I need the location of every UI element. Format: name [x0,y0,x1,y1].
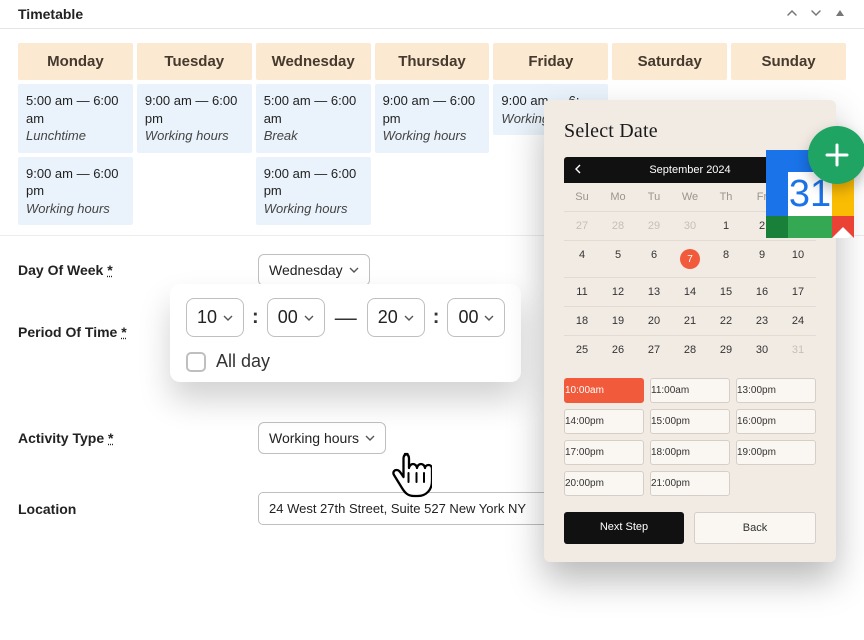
chevron-down-icon [304,313,314,323]
period-card: 10 : 00 — 20 : 00 [170,284,521,382]
collapse-down-icon[interactable] [810,7,822,22]
day-column: Thursday 9:00 am — 6:00 pmWorking hours [375,43,490,225]
time-slot-button[interactable]: 19:00pm [736,440,816,465]
calendar-day[interactable]: 27 [564,211,600,240]
timetable-slot[interactable]: 5:00 am — 6:00 amBreak [256,84,371,153]
calendar-day[interactable]: 14 [672,277,708,306]
calendar-dow-header: Th [708,183,744,211]
day-column: Wednesday 5:00 am — 6:00 amBreak9:00 am —… [256,43,371,225]
calendar-day[interactable]: 20 [636,306,672,335]
time-slot-button[interactable]: 17:00pm [564,440,644,465]
calendar-day[interactable]: 21 [672,306,708,335]
day-column: Monday 5:00 am — 6:00 amLunchtime9:00 am … [18,43,133,225]
day-header: Thursday [375,43,490,80]
timetable-slot[interactable]: 5:00 am — 6:00 amLunchtime [18,84,133,153]
calendar-day[interactable]: 7 [672,240,708,277]
day-header: Wednesday [256,43,371,80]
activity-type-label: Activity Type * [18,430,158,446]
period-label: Period Of Time * [18,324,158,340]
period-from-min[interactable]: 00 [267,298,325,337]
all-day-label: All day [216,351,270,372]
time-slot-button[interactable]: 13:00pm [736,378,816,403]
calendar-day[interactable]: 4 [564,240,600,277]
day-header: Saturday [612,43,727,80]
time-slot-button[interactable]: 21:00pm [650,471,730,496]
calendar-dow-header: Tu [636,183,672,211]
next-step-button[interactable]: Next Step [564,512,684,544]
calendar-day[interactable]: 22 [708,306,744,335]
day-column: Tuesday 9:00 am — 6:00 pmWorking hours [137,43,252,225]
add-button[interactable] [808,126,864,184]
calendar-day[interactable]: 5 [600,240,636,277]
location-input[interactable]: 24 West 27th Street, Suite 527 New York … [258,492,558,525]
calendar-day[interactable]: 28 [672,335,708,364]
calendar-dow-header: We [672,183,708,211]
panel-controls [786,7,846,22]
timetable-slot[interactable]: 9:00 am — 6:00 pmWorking hours [137,84,252,153]
activity-type-select[interactable]: Working hours [258,422,386,454]
calendar-day[interactable]: 17 [780,277,816,306]
calendar-day[interactable]: 29 [636,211,672,240]
chevron-down-icon [404,313,414,323]
calendar-day[interactable]: 13 [636,277,672,306]
day-header: Sunday [731,43,846,80]
back-button[interactable]: Back [694,512,816,544]
day-header: Friday [493,43,608,80]
calendar-dow-header: Su [564,183,600,211]
day-header: Monday [18,43,133,80]
calendar-day[interactable]: 31 [780,335,816,364]
collapse-up-icon[interactable] [786,7,798,22]
collapse-tri-icon[interactable] [834,7,846,22]
calendar-day[interactable]: 1 [708,211,744,240]
time-slot-grid: 10:00am11:00am13:00pm 14:00pm15:00pm16:00… [564,378,816,496]
timetable-slot[interactable]: 9:00 am — 6:00 pmWorking hours [18,157,133,226]
day-header: Tuesday [137,43,252,80]
month-label: September 2024 [649,164,730,176]
panel-header: Timetable [0,0,864,29]
location-label: Location [18,501,158,517]
calendar-day[interactable]: 15 [708,277,744,306]
timetable-slot[interactable]: 9:00 am — 6:00 pmWorking hours [256,157,371,226]
calendar-day[interactable]: 18 [564,306,600,335]
time-slot-button[interactable]: 18:00pm [650,440,730,465]
period-to-hour[interactable]: 20 [367,298,425,337]
time-slot-button[interactable]: 16:00pm [736,409,816,434]
period-from-hour[interactable]: 10 [186,298,244,337]
calendar-day[interactable]: 12 [600,277,636,306]
calendar-day[interactable]: 11 [564,277,600,306]
calendar-day[interactable]: 28 [600,211,636,240]
chevron-down-icon [365,433,375,443]
chevron-down-icon [484,313,494,323]
month-prev-icon[interactable] [574,163,582,177]
panel-title: Timetable [18,6,83,22]
calendar-dow-header: Mo [600,183,636,211]
day-of-week-label: Day Of Week * [18,262,158,278]
calendar-day[interactable]: 29 [708,335,744,364]
calendar-day[interactable]: 16 [744,277,780,306]
calendar-day[interactable]: 26 [600,335,636,364]
time-slot-button[interactable]: 10:00am [564,378,644,403]
calendar-day[interactable]: 27 [636,335,672,364]
time-slot-button[interactable]: 14:00pm [564,409,644,434]
calendar-day[interactable]: 24 [780,306,816,335]
time-slot-button[interactable]: 20:00pm [564,471,644,496]
calendar-day[interactable]: 6 [636,240,672,277]
date-picker-title: Select Date [564,120,816,143]
calendar-day[interactable]: 25 [564,335,600,364]
time-slot-button[interactable]: 11:00am [650,378,730,403]
calendar-day[interactable]: 30 [672,211,708,240]
chevron-down-icon [349,265,359,275]
all-day-checkbox[interactable] [186,352,206,372]
calendar-day[interactable]: 23 [744,306,780,335]
timetable-slot[interactable]: 9:00 am — 6:00 pmWorking hours [375,84,490,153]
chevron-down-icon [223,313,233,323]
day-of-week-select[interactable]: Wednesday [258,254,370,286]
time-slot-button[interactable]: 15:00pm [650,409,730,434]
calendar-day[interactable]: 30 [744,335,780,364]
calendar-day[interactable]: 8 [708,240,744,277]
calendar-day[interactable]: 19 [600,306,636,335]
period-to-min[interactable]: 00 [447,298,505,337]
